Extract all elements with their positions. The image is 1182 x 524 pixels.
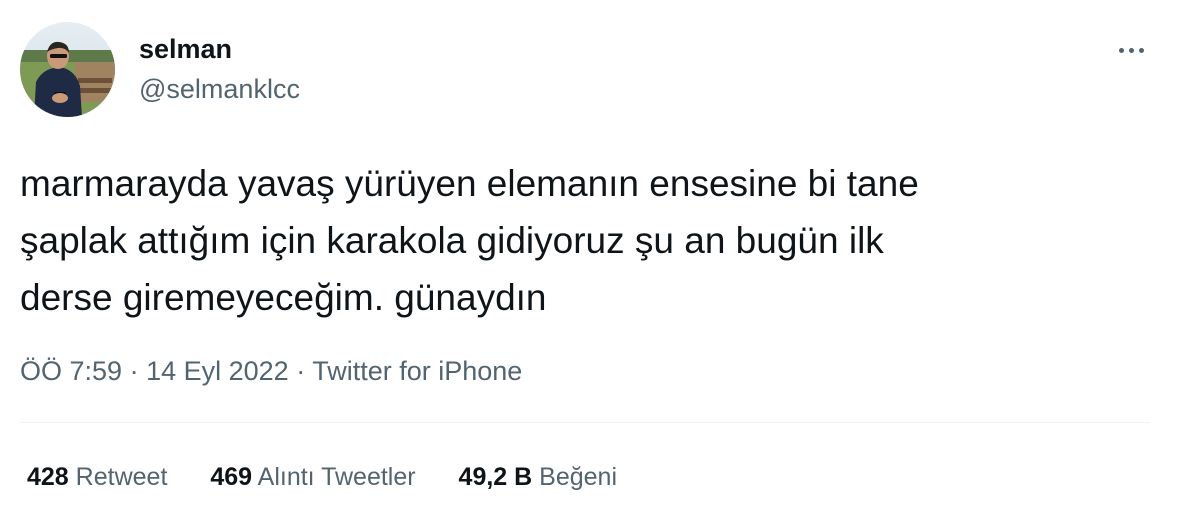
quotes-count: 469 [210,463,253,491]
tweet-metadata: ÖÖ 7:59 · 14 Eyl 2022 · Twitter for iPho… [20,353,522,389]
divider [20,422,1150,423]
user-handle[interactable]: @selmanklcc [139,73,300,105]
likes-label: Beğeni [539,463,618,491]
profile-photo-icon [20,22,115,117]
likes-count: 49,2 B [458,463,533,491]
tweet-card: selman @selmanklcc marmarayda yavaş yürü… [0,0,1182,524]
display-name[interactable]: selman [139,33,232,65]
avatar[interactable] [20,22,115,117]
more-horizontal-icon [1128,47,1134,53]
more-options-button[interactable] [1108,30,1154,70]
retweets-count: 428 [27,463,69,491]
more-horizontal-icon [1118,47,1124,53]
engagement-stats: 428 Retweet 469 Alıntı Tweetler 49,2 B B… [27,459,653,495]
more-horizontal-icon [1138,47,1144,53]
quotes-label: Alıntı Tweetler [257,463,416,491]
tweet-date[interactable]: 14 Eyl 2022 [146,356,289,386]
tweet-text: marmarayda yavaş yürüyen elemanın ensesi… [20,163,919,318]
meta-separator: · [296,356,306,386]
retweets-stat[interactable]: 428 Retweet [27,459,167,495]
retweets-label: Retweet [75,463,168,491]
meta-separator: · [129,356,139,386]
tweet-time[interactable]: ÖÖ 7:59 [20,356,122,386]
quotes-stat[interactable]: 469 Alıntı Tweetler [210,459,415,495]
tweet-source[interactable]: Twitter for iPhone [312,356,522,386]
likes-stat[interactable]: 49,2 B Beğeni [459,459,617,495]
